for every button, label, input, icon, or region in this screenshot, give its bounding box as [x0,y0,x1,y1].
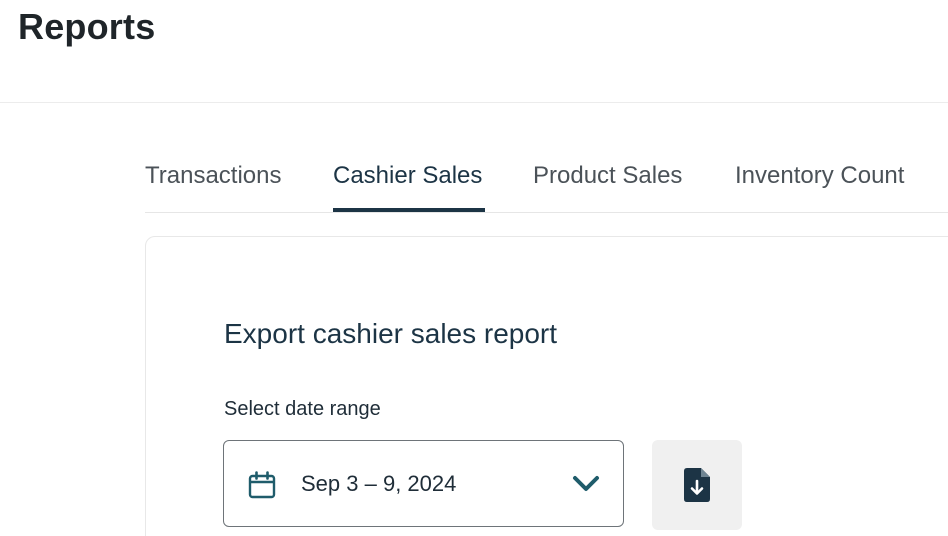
page-title: Reports [18,6,156,47]
file-download-icon [684,468,710,502]
date-range-label: Select date range [224,398,381,420]
calendar-icon [248,471,276,499]
download-report-button[interactable] [652,440,742,530]
reports-page: Reports Transactions Cashier Sales Produ… [0,0,948,536]
date-range-select[interactable]: Sep 3 – 9, 2024 [223,440,624,527]
tab-transactions[interactable]: Transactions [145,162,282,190]
date-range-value: Sep 3 – 9, 2024 [301,471,457,496]
active-tab-indicator [333,208,485,212]
tab-cashier-sales[interactable]: Cashier Sales [333,162,482,190]
chevron-down-icon [573,476,599,491]
tab-inventory-count[interactable]: Inventory Count [735,162,904,190]
export-title: Export cashier sales report [224,318,558,349]
tab-product-sales[interactable]: Product Sales [533,162,682,190]
header-divider [0,102,948,103]
report-tabs: Transactions Cashier Sales Product Sales… [145,150,948,213]
